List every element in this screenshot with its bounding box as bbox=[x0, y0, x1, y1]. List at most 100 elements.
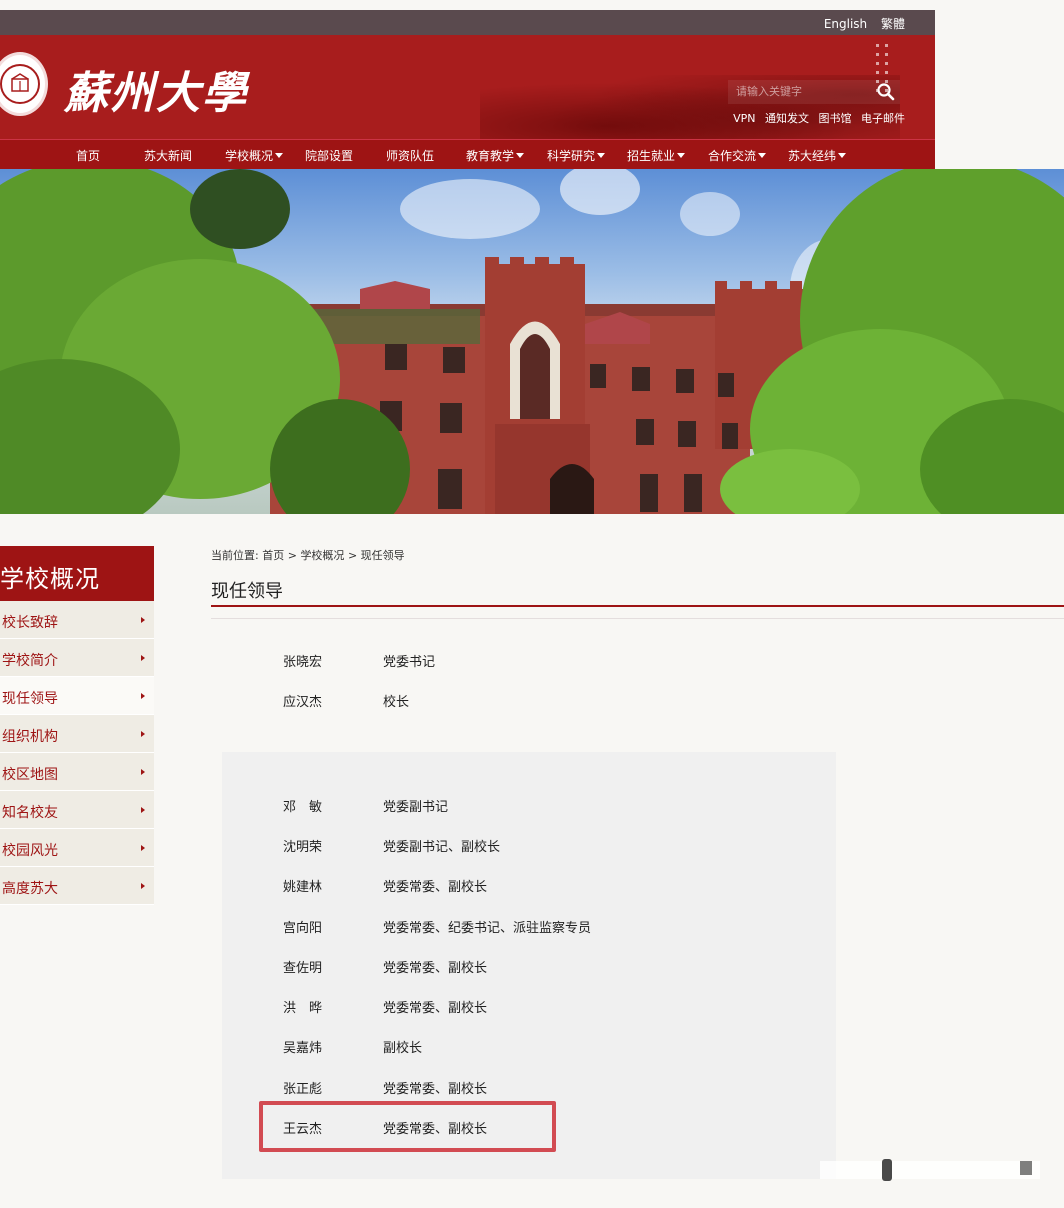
nav-item-research[interactable]: 科学研究 bbox=[547, 147, 606, 164]
search-input[interactable] bbox=[728, 80, 868, 104]
sidebar-item-height[interactable]: 高度苏大 bbox=[0, 867, 154, 905]
nav-label: 科学研究 bbox=[547, 149, 596, 163]
leader-role: 党委副书记 bbox=[383, 800, 449, 815]
nav-label: 首页 bbox=[76, 149, 101, 163]
chevron-right-icon bbox=[141, 731, 145, 737]
main-nav: 首页 苏大新闻 学校概况 院部设置 师资队伍 教育教学 科学研究 招生就业 合作… bbox=[0, 139, 935, 169]
nav-item-overview[interactable]: 学校概况 bbox=[225, 147, 284, 164]
sidebar-item-scenery[interactable]: 校园风光 bbox=[0, 829, 154, 867]
breadcrumb-current: 现任领导 bbox=[360, 549, 405, 562]
top-bar: English 繁體 bbox=[0, 10, 935, 35]
sidebar-item-leadership[interactable]: 现任领导 bbox=[0, 677, 154, 715]
highlight-box bbox=[259, 1101, 556, 1152]
page-title: 现任领导 bbox=[211, 581, 283, 602]
nav-label: 招生就业 bbox=[627, 149, 676, 163]
quick-link-notices[interactable]: 通知发文 bbox=[765, 112, 809, 125]
title-divider-light bbox=[211, 618, 1064, 619]
chevron-right-icon bbox=[141, 807, 145, 813]
leader-name: 张正彪 bbox=[283, 1082, 323, 1097]
sidebar-item-label: 校区地图 bbox=[2, 767, 58, 783]
chevron-right-icon bbox=[141, 693, 145, 699]
sidebar-item-alumni[interactable]: 知名校友 bbox=[0, 791, 154, 829]
calligraphy-decoration bbox=[873, 41, 897, 92]
leader-name: 沈明荣 bbox=[283, 840, 323, 855]
leader-role: 党委书记 bbox=[383, 655, 436, 670]
sidebar-item-label: 组织机构 bbox=[2, 729, 58, 745]
chevron-down-icon bbox=[275, 153, 284, 158]
leader-role: 校长 bbox=[383, 695, 410, 710]
watermark-decoration bbox=[820, 1159, 1040, 1181]
quick-link-library[interactable]: 图书馆 bbox=[819, 112, 852, 125]
title-divider bbox=[211, 605, 1064, 607]
sidebar-item-label: 学校简介 bbox=[2, 653, 58, 669]
nav-label: 合作交流 bbox=[708, 149, 757, 163]
nav-item-education[interactable]: 教育教学 bbox=[466, 147, 525, 164]
breadcrumb: 当前位置: 首页 > 学校概况 > 现任领导 bbox=[211, 547, 405, 563]
sidebar-item-label: 校园风光 bbox=[2, 843, 58, 859]
chevron-right-icon bbox=[141, 769, 145, 775]
leader-name: 宫向阳 bbox=[283, 921, 323, 936]
chevron-down-icon bbox=[597, 153, 606, 158]
leader-role: 党委常委、副校长 bbox=[383, 880, 488, 895]
leader-name: 邓 敏 bbox=[283, 800, 323, 815]
breadcrumb-home[interactable]: 首页 bbox=[262, 549, 284, 562]
sidebar-item-introduction[interactable]: 学校简介 bbox=[0, 639, 154, 677]
language-links: English 繁體 bbox=[814, 15, 905, 32]
nav-label: 学校概况 bbox=[225, 149, 274, 163]
breadcrumb-overview[interactable]: 学校概况 bbox=[300, 549, 344, 562]
breadcrumb-separator: > bbox=[287, 549, 297, 562]
sidebar-title: 学校概况 bbox=[0, 546, 154, 601]
chevron-right-icon bbox=[141, 655, 145, 661]
nav-label: 教育教学 bbox=[466, 149, 515, 163]
sidebar-menu: 校长致辞 学校简介 现任领导 组织机构 校区地图 知名校友 校园风光 高度苏大 bbox=[0, 601, 154, 905]
leader-name: 查佐明 bbox=[283, 961, 323, 976]
nav-item-faculty[interactable]: 师资队伍 bbox=[386, 147, 434, 164]
nav-item-departments[interactable]: 院部设置 bbox=[305, 147, 353, 164]
nav-item-culture[interactable]: 苏大经纬 bbox=[788, 147, 847, 164]
chevron-right-icon bbox=[141, 883, 145, 889]
nav-item-news[interactable]: 苏大新闻 bbox=[144, 147, 192, 164]
nav-label: 院部设置 bbox=[305, 149, 354, 163]
sidebar-item-label: 高度苏大 bbox=[2, 881, 58, 897]
sidebar-item-president-message[interactable]: 校长致辞 bbox=[0, 601, 154, 639]
leader-role: 党委常委、纪委书记、派驻监察专员 bbox=[383, 921, 592, 936]
chevron-right-icon bbox=[141, 617, 145, 623]
leader-name: 应汉杰 bbox=[283, 695, 323, 710]
leader-name: 洪 晔 bbox=[283, 1001, 323, 1016]
sidebar-item-label: 现任领导 bbox=[2, 691, 58, 707]
leader-name: 张晓宏 bbox=[283, 655, 323, 670]
nav-label: 苏大新闻 bbox=[144, 149, 193, 163]
breadcrumb-prefix: 当前位置: bbox=[211, 549, 259, 562]
leader-role: 副校长 bbox=[383, 1041, 423, 1056]
leader-name: 姚建林 bbox=[283, 880, 323, 895]
chevron-down-icon bbox=[677, 153, 686, 158]
nav-label: 苏大经纬 bbox=[788, 149, 837, 163]
university-name-logo[interactable]: 蘇州大學 bbox=[64, 57, 248, 121]
campus-building-illustration bbox=[0, 169, 1064, 514]
sidebar-item-organization[interactable]: 组织机构 bbox=[0, 715, 154, 753]
university-seal-logo[interactable] bbox=[0, 52, 48, 116]
quick-link-email[interactable]: 电子邮件 bbox=[861, 112, 905, 125]
breadcrumb-separator: > bbox=[347, 549, 358, 562]
search-icon[interactable] bbox=[876, 82, 896, 102]
masthead: 蘇州大學 VPN 通知发文 图书馆 电子邮件 bbox=[0, 35, 935, 139]
sidebar-item-campus-map[interactable]: 校区地图 bbox=[0, 753, 154, 791]
nav-item-cooperation[interactable]: 合作交流 bbox=[708, 147, 767, 164]
nav-label: 师资队伍 bbox=[386, 149, 435, 163]
campus-banner-image bbox=[0, 169, 1064, 514]
chevron-down-icon bbox=[838, 153, 847, 158]
chevron-down-icon bbox=[516, 153, 525, 158]
seal-emblem-icon bbox=[11, 73, 29, 92]
seal-inner bbox=[0, 64, 40, 104]
nav-item-home[interactable]: 首页 bbox=[76, 147, 100, 164]
leader-role: 党委常委、副校长 bbox=[383, 961, 488, 976]
quick-link-vpn[interactable]: VPN bbox=[733, 112, 755, 125]
traditional-chinese-link[interactable]: 繁體 bbox=[881, 17, 905, 31]
leader-name: 吴嘉炜 bbox=[283, 1041, 323, 1056]
sidebar-item-label: 校长致辞 bbox=[2, 615, 58, 631]
chevron-right-icon bbox=[141, 845, 145, 851]
leader-role: 党委副书记、副校长 bbox=[383, 840, 501, 855]
sidebar-item-label: 知名校友 bbox=[2, 805, 58, 821]
nav-item-admissions[interactable]: 招生就业 bbox=[627, 147, 686, 164]
english-link[interactable]: English bbox=[824, 17, 867, 31]
